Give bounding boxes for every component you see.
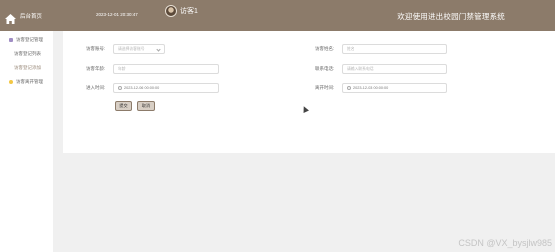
user-menu[interactable]: 访客1 — [165, 5, 198, 17]
submit-button[interactable]: 提交 — [115, 101, 132, 111]
leave-time-picker[interactable]: 2023-12-03 00:00:00 — [342, 83, 447, 93]
enter-time-value: 2023-12-06 00:00:00 — [124, 86, 160, 90]
sidebar-group-visitor-leave[interactable]: 访客离开管理 — [0, 75, 53, 89]
sidebar-item-register-add[interactable]: 访客登记添加 — [0, 61, 53, 75]
watermark: CSDN @VX_bysjlw985 — [458, 238, 552, 248]
sidebar: 访客登记管理 访客登记列表 访客登记添加 访客离开管理 — [0, 31, 53, 252]
clock-icon — [347, 86, 351, 90]
avatar — [165, 5, 177, 17]
visitor-name-label: 访客姓名: — [315, 46, 335, 51]
register-icon — [9, 38, 13, 42]
site-title: 欢迎使用进出校园门禁管理系统 — [397, 12, 505, 21]
phone-label: 联系电话: — [315, 66, 335, 71]
visitor-name-placeholder: 姓名 — [347, 46, 355, 51]
sidebar-group-label: 访客离开管理 — [16, 79, 43, 84]
visitor-name-input[interactable]: 姓名 — [342, 44, 447, 54]
sidebar-group-label: 访客登记管理 — [16, 37, 43, 42]
visitor-account-select[interactable]: 请选择访客账号 — [113, 44, 165, 54]
enter-time-label: 进入时间: — [86, 85, 106, 90]
sidebar-item-register-list[interactable]: 访客登记列表 — [0, 47, 53, 61]
visitor-age-label: 访客年龄: — [86, 66, 106, 71]
cancel-button[interactable]: 取消 — [137, 101, 155, 111]
visitor-account-label: 访客账号: — [86, 46, 106, 51]
phone-placeholder: 请输入联系电话 — [347, 66, 374, 71]
form-panel: 访客账号: 请选择访客账号 访客姓名: 姓名 访客年龄: 年龄 联系电话: 请输… — [63, 31, 555, 153]
enter-time-picker[interactable]: 2023-12-06 00:00:00 — [113, 83, 219, 93]
clock-icon — [118, 86, 122, 90]
current-datetime: 2023-12-01 20:30:47 — [96, 12, 138, 17]
sidebar-group-visitor-register[interactable]: 访客登记管理 — [0, 33, 53, 47]
user-name: 访客1 — [180, 8, 198, 15]
visitor-account-value: 请选择访客账号 — [118, 46, 145, 51]
leave-time-label: 离开时间: — [315, 85, 335, 90]
leave-icon — [9, 80, 13, 84]
home-icon — [5, 11, 16, 24]
home-link[interactable]: 后台首页 — [0, 0, 64, 31]
visitor-age-placeholder: 年龄 — [118, 66, 126, 71]
home-label: 后台首页 — [20, 13, 43, 20]
leave-time-value: 2023-12-03 00:00:00 — [353, 86, 389, 90]
visitor-age-input[interactable]: 年龄 — [113, 64, 219, 74]
top-bar: 后台首页 2023-12-01 20:30:47 访客1 欢迎使用进出校园门禁管… — [0, 0, 555, 31]
phone-input[interactable]: 请输入联系电话 — [342, 64, 447, 74]
chevron-down-icon — [156, 47, 161, 52]
